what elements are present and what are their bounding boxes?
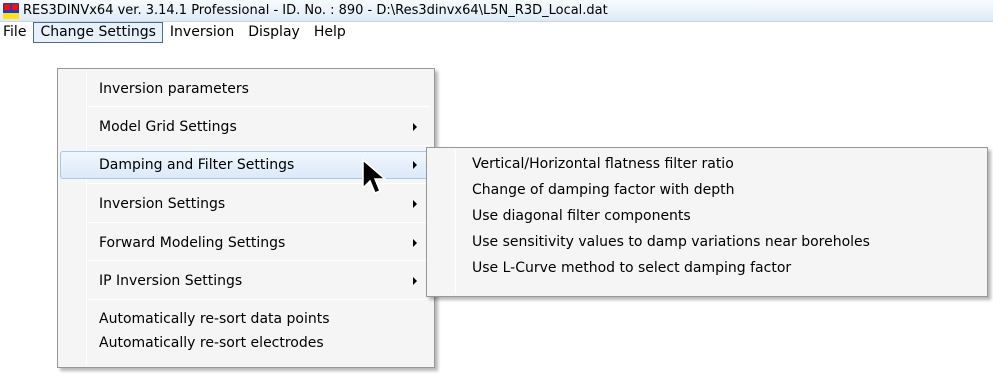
- submenu-item-label: Vertical/Horizontal flatness filter rati…: [472, 156, 734, 172]
- menu-inversion[interactable]: Inversion: [163, 22, 241, 43]
- menu-help[interactable]: Help: [307, 22, 353, 43]
- submenu-item-damping-with-depth[interactable]: Change of damping factor with depth: [429, 179, 985, 203]
- menu-item-ip-inversion-settings[interactable]: IP Inversion Settings: [60, 267, 432, 295]
- menu-item-model-grid-settings[interactable]: Model Grid Settings: [60, 113, 432, 141]
- menu-item-forward-modeling-settings[interactable]: Forward Modeling Settings: [60, 229, 432, 257]
- menu-item-label: Automatically re-sort data points: [99, 311, 330, 327]
- submenu-item-diagonal-filter[interactable]: Use diagonal filter components: [429, 205, 985, 229]
- menu-separator: [88, 260, 430, 261]
- menu-item-resort-data-points[interactable]: Automatically re-sort data points: [60, 307, 432, 331]
- submenu-item-sensitivity-boreholes[interactable]: Use sensitivity values to damp variation…: [429, 231, 985, 255]
- menu-separator: [88, 299, 430, 300]
- submenu-item-label: Use L-Curve method to select damping fac…: [472, 260, 792, 276]
- mouse-pointer-icon: [362, 158, 387, 194]
- menu-item-resort-electrodes[interactable]: Automatically re-sort electrodes: [60, 331, 432, 355]
- submenu-arrow-icon: [413, 161, 417, 169]
- change-settings-dropdown: Inversion parameters Model Grid Settings…: [57, 68, 435, 368]
- menu-item-label: Model Grid Settings: [99, 119, 237, 135]
- menu-separator: [88, 222, 430, 223]
- menu-display[interactable]: Display: [241, 22, 307, 43]
- menu-separator: [88, 145, 430, 146]
- menu-item-label: Automatically re-sort electrodes: [99, 335, 324, 351]
- window-title: RES3DINVx64 ver. 3.14.1 Professional - I…: [23, 3, 608, 18]
- menu-item-inversion-parameters[interactable]: Inversion parameters: [60, 75, 432, 103]
- damping-filter-submenu: Vertical/Horizontal flatness filter rati…: [426, 147, 988, 297]
- submenu-arrow-icon: [413, 123, 417, 131]
- submenu-item-label: Use sensitivity values to damp variation…: [472, 234, 870, 250]
- menu-item-label: Damping and Filter Settings: [99, 157, 295, 173]
- submenu-item-label: Use diagonal filter components: [472, 208, 691, 224]
- title-bar: RES3DINVx64 ver. 3.14.1 Professional - I…: [0, 0, 993, 22]
- submenu-arrow-icon: [413, 239, 417, 247]
- menu-change-settings[interactable]: Change Settings: [33, 22, 163, 43]
- menu-bar: File Change Settings Inversion Display H…: [0, 22, 993, 43]
- submenu-item-label: Change of damping factor with depth: [472, 182, 735, 198]
- menu-item-label: Inversion Settings: [99, 196, 226, 212]
- menu-item-label: IP Inversion Settings: [99, 273, 243, 289]
- menu-item-label: Inversion parameters: [99, 81, 249, 97]
- menu-file[interactable]: File: [0, 22, 33, 43]
- menu-item-label: Forward Modeling Settings: [99, 235, 286, 251]
- menu-separator: [88, 106, 430, 107]
- app-logo-icon: [3, 2, 19, 19]
- submenu-item-l-curve[interactable]: Use L-Curve method to select damping fac…: [429, 257, 985, 281]
- submenu-arrow-icon: [413, 277, 417, 285]
- submenu-arrow-icon: [413, 200, 417, 208]
- submenu-item-flatness-filter-ratio[interactable]: Vertical/Horizontal flatness filter rati…: [429, 153, 985, 177]
